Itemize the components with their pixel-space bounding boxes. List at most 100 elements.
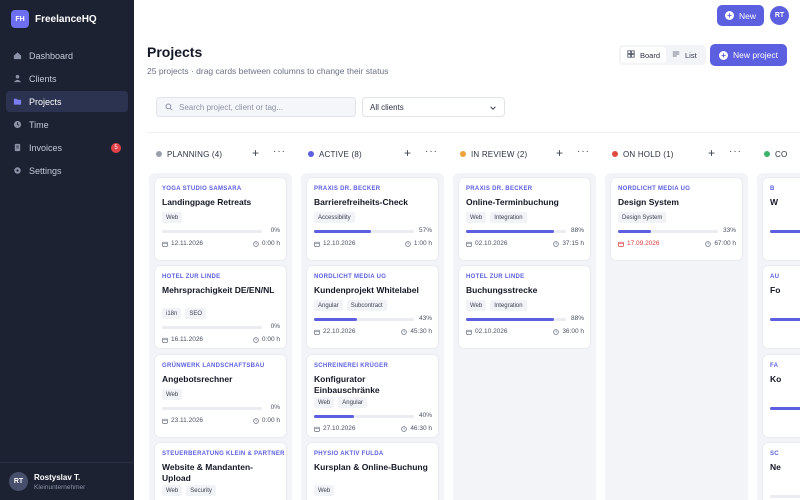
due-date-text: 16.11.2026 [171, 336, 204, 343]
sidebar-item-dashboard[interactable]: Dashboard [6, 45, 128, 66]
tag: Integration [490, 212, 527, 223]
card-client: SC [770, 451, 779, 457]
card-client: YOGA STUDIO SAMSARA [162, 186, 242, 192]
invoices-badge: 5 [111, 143, 121, 153]
project-card[interactable]: PRAXIS DR. BECKER Barrierefreiheits-Chec… [307, 178, 438, 260]
due-date: 27.10.2026 [314, 425, 356, 432]
due-date-text: 12.11.2026 [171, 240, 204, 247]
sidebar-nav: Dashboard Clients Projects Time Invoices… [6, 45, 128, 183]
status-dot [460, 151, 466, 157]
more-icon[interactable]: ··· [273, 146, 286, 158]
column-header: IN REVIEW (2) + ··· [451, 144, 597, 164]
project-card[interactable]: YOGA STUDIO SAMSARA Landingpage Retreats… [155, 178, 286, 260]
column-title: ON HOLD (1) [623, 149, 674, 159]
card-title: Angebotsrechner [162, 374, 233, 384]
card-client: STEUERBERATUNG KLEIN & PARTNER [162, 451, 285, 457]
card-title: Landingpage Retreats [162, 197, 252, 207]
progress-fill [314, 230, 371, 233]
tag: Accessibility [314, 212, 355, 223]
project-card[interactable]: FA Ko [763, 355, 800, 437]
column-co: CO + ··· B W AU Fo FA Ko [755, 133, 800, 500]
column-on-hold: ON HOLD (1) + ··· NORDLICHT MEDIA UG Des… [603, 133, 749, 500]
project-card[interactable]: NORDLICHT MEDIA UG Design System Design … [611, 178, 742, 260]
progress-bar [770, 230, 800, 233]
card-title: Kundenprojekt Whitelabel [314, 285, 419, 295]
due-date-text: 02.10.2026 [475, 328, 508, 335]
tag: Web [466, 300, 487, 311]
progress-bar [162, 230, 262, 233]
sidebar-item-invoices[interactable]: Invoices 5 [6, 137, 128, 158]
users-icon [13, 74, 22, 83]
sidebar-item-clients[interactable]: Clients [6, 68, 128, 89]
card-tags: Design System [618, 212, 670, 223]
client-filter-select[interactable]: All clients [362, 97, 505, 117]
tracked-time-text: 37:15 h [562, 240, 584, 247]
view-list-button[interactable]: List [666, 47, 703, 63]
project-card[interactable]: B W [763, 178, 800, 260]
add-card-button[interactable]: + [252, 147, 259, 159]
due-date-text: 27.10.2026 [323, 425, 356, 432]
progress-fill [314, 415, 354, 418]
avatar[interactable]: RT [770, 6, 789, 25]
tag: Design System [618, 212, 667, 223]
card-meta: 16.11.2026 0:00 h [162, 336, 280, 343]
view-board-label: Board [640, 50, 661, 60]
project-card[interactable]: HOTEL ZUR LINDE Mehrsprachigkeit DE/EN/N… [155, 266, 286, 348]
board-icon [627, 50, 635, 60]
progress-bar [770, 495, 800, 498]
new-button[interactable]: + New [717, 5, 764, 26]
new-project-button[interactable]: + New project [710, 44, 787, 66]
folder-icon [13, 97, 22, 106]
progress-fill [618, 230, 651, 233]
card-title: Kursplan & Online-Buchung [314, 462, 428, 472]
invoice-icon [13, 143, 22, 152]
tag: Security [186, 485, 216, 496]
column-title: PLANNING (4) [167, 149, 223, 159]
dashboard-icon [13, 51, 22, 60]
progress-percent: 0% [270, 227, 280, 234]
column-body: NORDLICHT MEDIA UG Design System Design … [605, 173, 748, 500]
tag: Web [162, 389, 183, 400]
project-card[interactable]: STEUERBERATUNG KLEIN & PARTNER Website &… [155, 443, 286, 500]
card-title: Konfigurator Einbauschränke [314, 374, 380, 395]
card-title: Fo [770, 285, 781, 295]
project-card[interactable]: PRAXIS DR. BECKER Online-Terminbuchung W… [459, 178, 590, 260]
due-date-text: 02.10.2026 [475, 240, 508, 247]
more-icon[interactable]: ··· [425, 146, 438, 158]
search-input[interactable] [179, 102, 349, 112]
tag: i18n [162, 308, 182, 319]
column-in-review: IN REVIEW (2) + ··· PRAXIS DR. BECKER On… [451, 133, 597, 500]
add-card-button[interactable]: + [556, 147, 563, 159]
sidebar-item-projects[interactable]: Projects [6, 91, 128, 112]
view-board-button[interactable]: Board [621, 47, 667, 63]
card-title: Mehrsprachigkeit DE/EN/NL [162, 285, 275, 295]
project-card[interactable]: PHYSIO AKTIV FULDA Kursplan & Online-Buc… [307, 443, 438, 500]
add-card-button[interactable]: + [404, 147, 411, 159]
project-card[interactable]: AU Fo [763, 266, 800, 348]
progress-bar [314, 415, 414, 418]
user-profile[interactable]: RT Rostyslav T. Kleinunternehmer [0, 462, 134, 500]
sidebar-item-time[interactable]: Time [6, 114, 128, 135]
brand[interactable]: FH FreelanceHQ [11, 10, 97, 28]
column-title: ACTIVE (8) [319, 149, 362, 159]
tracked-time: 67:00 h [705, 240, 736, 247]
progress-bar [770, 407, 800, 410]
due-date: 17.09.2026 [618, 240, 660, 247]
project-card[interactable]: GRÜNWERK LANDSCHAFTSBAU Angebotsrechner … [155, 355, 286, 437]
column-header: CO + ··· [755, 144, 800, 164]
project-card[interactable]: SC Ne [763, 443, 800, 500]
progress-bar [314, 318, 414, 321]
project-card[interactable]: NORDLICHT MEDIA UG Kundenprojekt Whitela… [307, 266, 438, 348]
more-icon[interactable]: ··· [577, 146, 590, 158]
project-card[interactable]: SCHREINEREI KRÜGER Konfigurator Einbausc… [307, 355, 438, 437]
project-card[interactable]: HOTEL ZUR LINDE Buchungsstrecke Web Integ… [459, 266, 590, 348]
add-card-button[interactable]: + [708, 147, 715, 159]
clock-icon [253, 417, 259, 424]
list-icon [672, 50, 680, 60]
more-icon[interactable]: ··· [729, 146, 742, 158]
calendar-icon [466, 241, 472, 247]
card-title: Barrierefreiheits-Check [314, 197, 409, 207]
card-tags: Web Integration [466, 300, 531, 311]
card-client: AU [770, 274, 780, 280]
sidebar-item-settings[interactable]: Settings [6, 160, 128, 181]
